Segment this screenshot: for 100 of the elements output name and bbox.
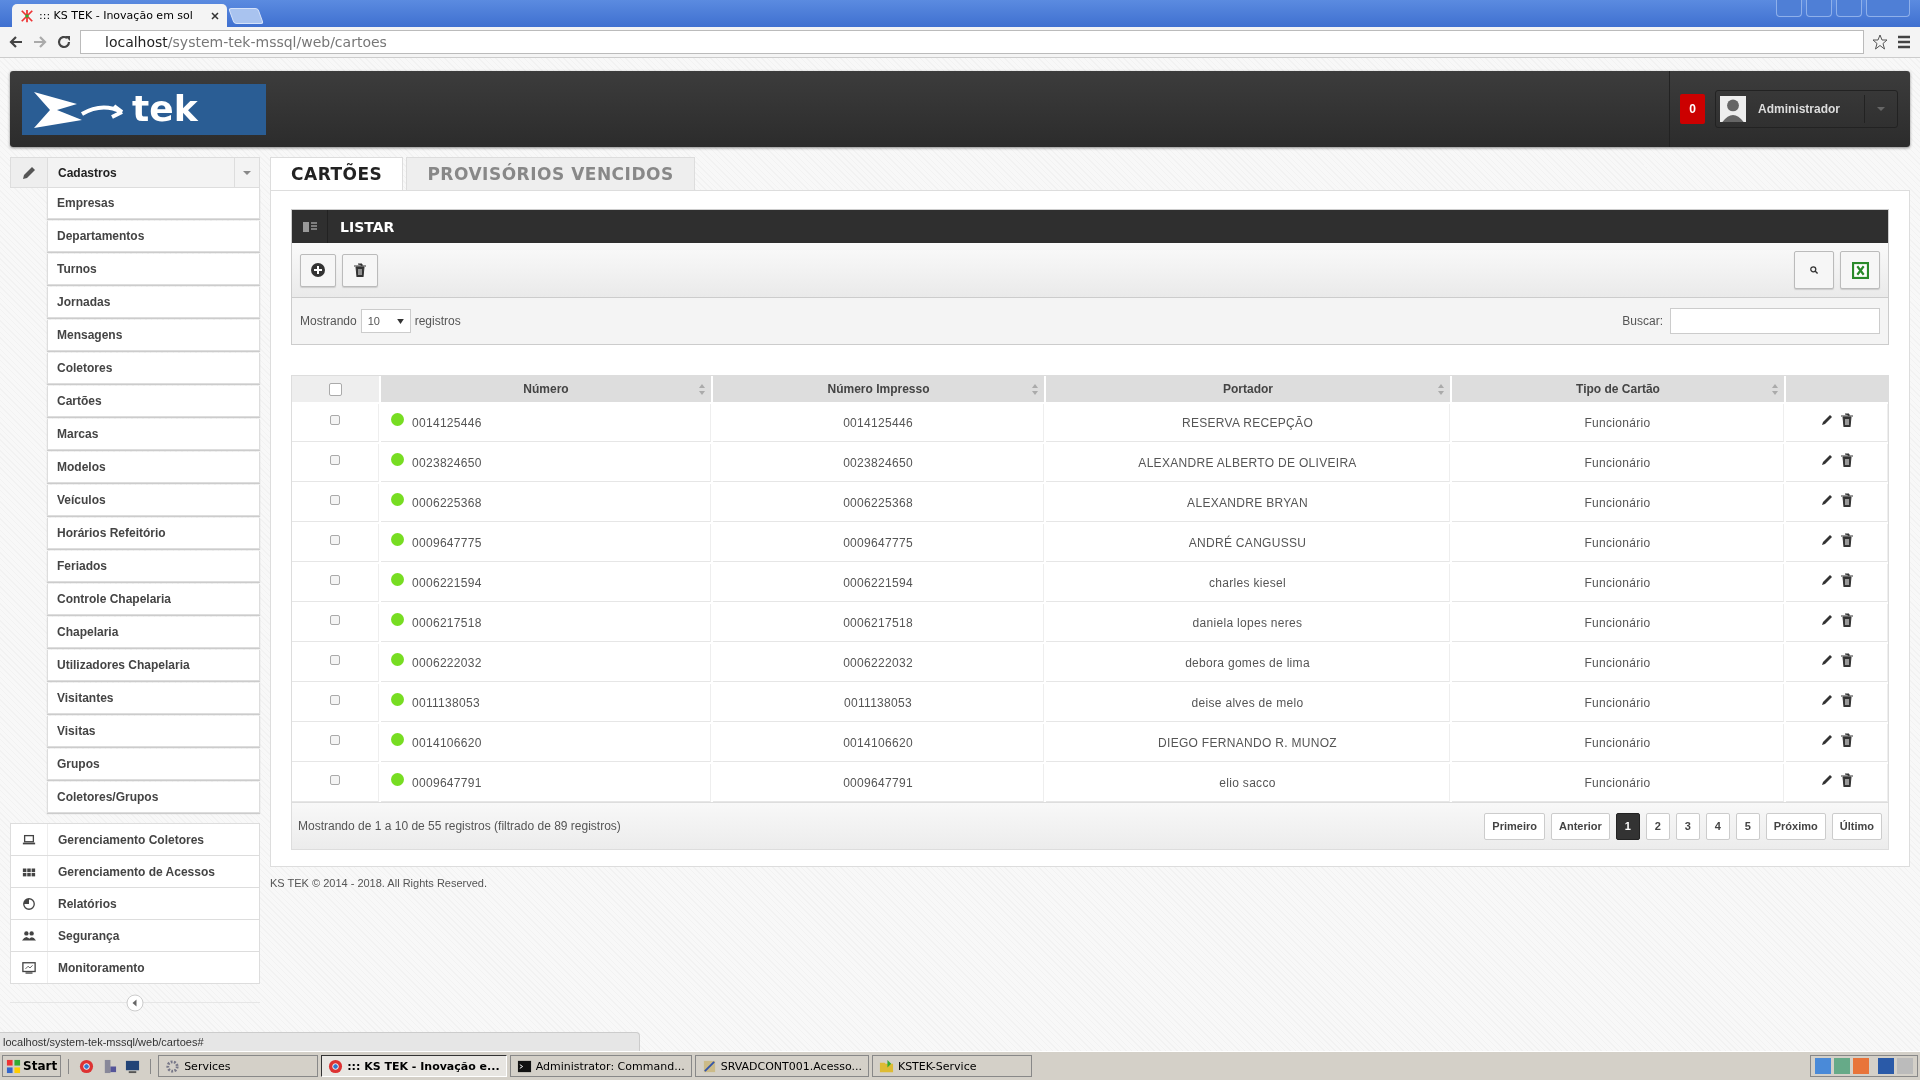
sidebar-item[interactable]: Empresas	[47, 188, 260, 219]
column-header[interactable]: Número Impresso	[713, 376, 1044, 402]
row-checkbox[interactable]	[330, 414, 340, 425]
page-size-select[interactable]: 10	[360, 309, 411, 333]
sidebar-item[interactable]: Modelos	[47, 452, 260, 483]
browser-icon[interactable]	[79, 1058, 95, 1074]
search-icon	[1809, 265, 1819, 275]
row-checkbox[interactable]	[330, 774, 340, 785]
sidebar-section[interactable]: Cadastros	[48, 157, 260, 188]
search-field[interactable]	[1670, 308, 1880, 334]
star-icon[interactable]	[1872, 34, 1888, 50]
select-all-checkbox[interactable]	[329, 382, 342, 396]
reload-icon[interactable]	[56, 34, 72, 50]
taskbar-button[interactable]: KSTEK-Service	[871, 1055, 1032, 1077]
sidebar-item[interactable]: Chapelaria	[47, 617, 260, 648]
row-checkbox[interactable]	[330, 654, 340, 665]
edit-icon[interactable]	[1819, 452, 1834, 467]
new-tab-button[interactable]	[228, 8, 264, 24]
pagination-button[interactable]: 4	[1705, 812, 1730, 840]
pagination-button[interactable]: 3	[1675, 812, 1700, 840]
trash-icon[interactable]	[1839, 532, 1854, 547]
trash-icon[interactable]	[1839, 652, 1854, 667]
trash-icon[interactable]	[1839, 612, 1854, 627]
trash-icon[interactable]	[1839, 412, 1854, 427]
add-button[interactable]	[300, 253, 336, 287]
column-header[interactable]: Portador	[1046, 376, 1450, 402]
pagination-button[interactable]: Último	[1831, 812, 1882, 840]
trash-icon[interactable]	[1839, 452, 1854, 467]
edit-icon[interactable]	[1819, 492, 1834, 507]
taskbar-button[interactable]: Services	[158, 1055, 319, 1077]
sidebar-module[interactable]: Segurança	[48, 920, 259, 951]
address-field[interactable]: localhost/system-tek-mssql/web/cartoes	[80, 30, 1864, 54]
sidebar-module[interactable]: Monitoramento	[48, 952, 259, 983]
server-icon[interactable]	[102, 1058, 118, 1074]
sidebar-module[interactable]: Relatórios	[48, 888, 259, 919]
edit-icon[interactable]	[1819, 572, 1834, 587]
edit-icon[interactable]	[1819, 612, 1834, 627]
trash-icon[interactable]	[1839, 772, 1854, 787]
sidebar-item[interactable]: Feriados	[47, 551, 260, 582]
sidebar-item[interactable]: Utilizadores Chapelaria	[47, 650, 260, 681]
delete-button[interactable]	[342, 253, 378, 287]
sidebar-item[interactable]: Coletores/Grupos	[47, 782, 260, 813]
row-checkbox[interactable]	[330, 574, 340, 585]
row-checkbox[interactable]	[330, 494, 340, 505]
trash-icon[interactable]	[1839, 572, 1854, 587]
sidebar-item[interactable]: Turnos	[47, 254, 260, 285]
menu-icon[interactable]	[1896, 34, 1912, 50]
table-cell: 0006217518	[412, 615, 482, 630]
row-checkbox[interactable]	[330, 694, 340, 705]
tab[interactable]: CARTÕES	[270, 157, 404, 190]
edit-icon[interactable]	[1819, 412, 1834, 427]
pagination-button[interactable]: 1	[1615, 812, 1640, 840]
table-cell: Funcionário	[1584, 655, 1651, 670]
row-checkbox[interactable]	[330, 614, 340, 625]
edit-icon[interactable]	[1819, 532, 1834, 547]
collapse-icon[interactable]	[126, 994, 144, 1012]
browser-tab[interactable]: ::: KS TEK - Inovação em sol	[12, 4, 227, 27]
sidebar-item[interactable]: Mensagens	[47, 320, 260, 351]
trash-icon[interactable]	[1839, 492, 1854, 507]
edit-icon[interactable]	[1819, 732, 1834, 747]
sidebar-module[interactable]: Gerenciamento Coletores	[48, 824, 259, 855]
table-cell: daniela lopes neres	[1192, 615, 1303, 630]
export-excel-button[interactable]	[1840, 251, 1880, 289]
panel-header: LISTAR	[292, 210, 1888, 243]
sidebar-item[interactable]: Cartões	[47, 386, 260, 417]
edit-icon[interactable]	[1819, 772, 1834, 787]
taskbar-button[interactable]: Administrator: Command...	[509, 1055, 692, 1077]
table-cell: 0014125446	[843, 415, 913, 430]
row-checkbox[interactable]	[330, 734, 340, 745]
sidebar-item[interactable]: Departamentos	[47, 221, 260, 252]
start-button[interactable]: Start	[2, 1055, 62, 1077]
pagination-button[interactable]: 2	[1645, 812, 1670, 840]
pagination-button[interactable]: 5	[1735, 812, 1760, 840]
column-header[interactable]: Tipo de Cartão	[1452, 376, 1784, 402]
sidebar-item[interactable]: Jornadas	[47, 287, 260, 318]
sidebar-item[interactable]: Controle Chapelaria	[47, 584, 260, 615]
sidebar-item[interactable]: Veículos	[47, 485, 260, 516]
sidebar-item[interactable]: Visitantes	[47, 683, 260, 714]
notification-badge[interactable]: 0	[1680, 94, 1705, 124]
taskbar-button[interactable]: SRVADCONT001.Acesso...	[694, 1055, 869, 1077]
sidebar-item[interactable]: Visitas	[47, 716, 260, 747]
sidebar-item[interactable]: Horários Refeitório	[47, 518, 260, 549]
back-icon[interactable]	[8, 34, 24, 50]
sidebar-item[interactable]: Grupos	[47, 749, 260, 780]
edit-icon[interactable]	[1819, 652, 1834, 667]
row-checkbox[interactable]	[330, 534, 340, 545]
pagination-button[interactable]: Anterior	[1550, 812, 1610, 840]
sidebar-item[interactable]: Coletores	[47, 353, 260, 384]
column-header[interactable]: Número	[381, 376, 711, 402]
trash-icon[interactable]	[1839, 732, 1854, 747]
user-menu[interactable]: Administrador	[1715, 90, 1898, 128]
sidebar-module[interactable]: Gerenciamento de Acessos	[48, 856, 259, 887]
desktop-icon[interactable]	[125, 1058, 141, 1074]
edit-icon[interactable]	[1819, 692, 1834, 707]
sidebar-item[interactable]: Marcas	[47, 419, 260, 450]
pagination-button[interactable]: Primeiro	[1484, 812, 1545, 840]
pagination-button[interactable]: Próximo	[1765, 812, 1826, 840]
trash-icon[interactable]	[1839, 692, 1854, 707]
taskbar-button[interactable]: ::: KS TEK - Inovação e...	[321, 1055, 507, 1077]
row-checkbox[interactable]	[330, 454, 340, 465]
